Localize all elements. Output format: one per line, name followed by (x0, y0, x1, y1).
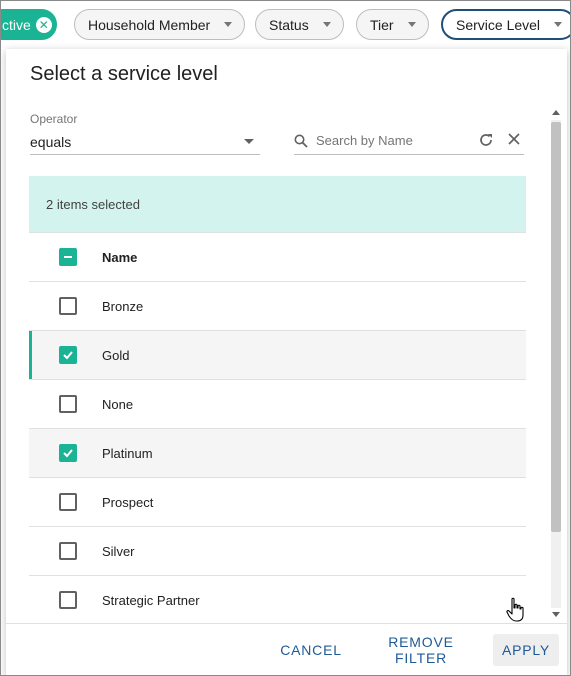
apply-button[interactable]: APPLY (493, 634, 559, 666)
service-level-list: 2 items selected Name Bronze Gold None P… (29, 176, 526, 623)
list-item[interactable]: Silver (29, 527, 526, 576)
chip-service-level-label: Service Level (456, 16, 541, 33)
operator-select[interactable]: equals (30, 129, 260, 155)
list-item[interactable]: Platinum (29, 429, 526, 478)
chevron-down-icon (322, 22, 331, 27)
chip-status-label: Status (269, 16, 309, 33)
service-level-dialog: Select a service level Operator equals S… (6, 49, 567, 675)
clear-icon[interactable] (507, 132, 521, 146)
remove-filter-button[interactable]: REMOVE FILTER (361, 634, 481, 666)
item-checkbox[interactable] (59, 395, 77, 413)
chip-tier-label: Tier (370, 16, 394, 33)
item-label: Bronze (102, 298, 144, 314)
search-field (294, 127, 524, 155)
item-checkbox[interactable] (59, 591, 77, 609)
item-checkbox[interactable] (59, 542, 77, 560)
scroll-up-icon[interactable] (552, 110, 560, 115)
chip-tier[interactable]: Tier (356, 9, 429, 40)
chevron-down-icon (224, 22, 233, 27)
item-label: Strategic Partner (102, 592, 200, 608)
scroll-down-icon[interactable] (552, 612, 560, 617)
app-frame: ctive ✕ Household Member Status Tier Ser… (0, 0, 571, 676)
item-label: Silver (102, 543, 135, 559)
item-checkbox[interactable] (59, 346, 77, 364)
selection-summary: 2 items selected (29, 176, 526, 233)
item-label: Gold (102, 347, 130, 363)
list-item[interactable]: None (29, 380, 526, 429)
list-item[interactable]: Strategic Partner (29, 576, 526, 623)
item-label: Platinum (102, 445, 153, 461)
chevron-down-icon (407, 22, 416, 27)
list-scrollbar[interactable] (549, 106, 563, 622)
item-label: None (102, 396, 134, 412)
operator-value: equals (30, 133, 72, 150)
dialog-title: Select a service level (30, 63, 218, 85)
refresh-icon[interactable] (478, 132, 494, 148)
filter-chip-bar: ctive ✕ Household Member Status Tier Ser… (1, 1, 570, 49)
list-item[interactable]: Gold (29, 331, 526, 380)
item-label: Prospect (102, 494, 154, 510)
search-icon (294, 134, 308, 148)
search-input[interactable] (316, 133, 466, 148)
list-item[interactable]: Bronze (29, 282, 526, 331)
select-all-checkbox[interactable] (59, 248, 77, 266)
operator-label: Operator (30, 112, 78, 126)
list-item[interactable]: Prospect (29, 478, 526, 527)
chevron-down-icon (244, 139, 254, 144)
item-checkbox[interactable] (59, 444, 77, 462)
chip-active-filter[interactable]: ctive ✕ (1, 9, 57, 40)
item-checkbox[interactable] (59, 297, 77, 315)
chip-household-member[interactable]: Household Member (74, 9, 246, 40)
chip-service-level[interactable]: Service Level (441, 9, 570, 40)
chevron-down-icon (554, 22, 563, 27)
column-header-name: Name (102, 249, 138, 265)
list-header-row: Name (29, 233, 526, 282)
chip-active-label: ctive (2, 16, 31, 33)
dialog-footer: CANCEL REMOVE FILTER APPLY (6, 623, 567, 675)
hand-cursor-icon (506, 597, 526, 628)
chip-household-label: Household Member (88, 16, 211, 33)
cancel-button[interactable]: CANCEL (276, 634, 346, 666)
close-icon[interactable]: ✕ (35, 16, 52, 33)
scrollbar-thumb[interactable] (551, 122, 561, 532)
chip-status[interactable]: Status (255, 9, 344, 40)
item-checkbox[interactable] (59, 493, 77, 511)
